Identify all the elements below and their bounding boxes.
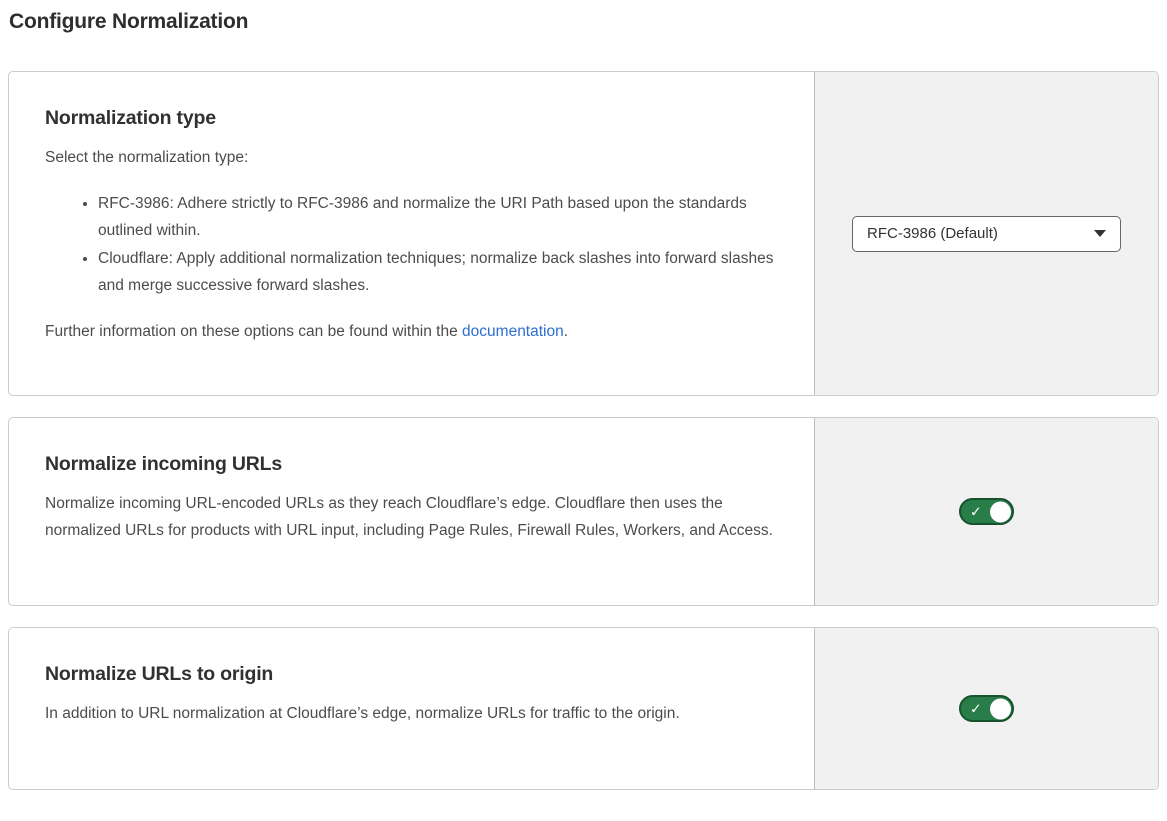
footer-text: Further information on these options can… — [45, 323, 462, 340]
normalization-type-control-panel: RFC-3986 (Default) — [814, 72, 1158, 395]
normalize-incoming-urls-control-panel: ✓ — [814, 418, 1158, 605]
toggle-knob — [990, 501, 1011, 522]
normalization-type-card: Normalization type Select the normalizat… — [8, 71, 1159, 396]
normalization-type-title: Normalization type — [45, 107, 784, 130]
footer-text: . — [564, 323, 568, 340]
normalize-urls-to-origin-toggle[interactable]: ✓ — [959, 695, 1014, 722]
normalize-incoming-urls-description: Normalize incoming URL-encoded URLs as t… — [45, 490, 784, 544]
dropdown-selected-value: RFC-3986 (Default) — [867, 225, 998, 242]
check-icon: ✓ — [970, 701, 982, 715]
normalize-incoming-urls-card: Normalize incoming URLs Normalize incomi… — [8, 417, 1159, 606]
normalize-incoming-urls-toggle[interactable]: ✓ — [959, 498, 1014, 525]
page-title: Configure Normalization — [9, 10, 1159, 34]
normalization-type-footer: Further information on these options can… — [45, 318, 784, 345]
list-item: Cloudflare: Apply additional normalizati… — [98, 245, 784, 299]
normalization-type-content: Normalization type Select the normalizat… — [9, 72, 814, 395]
normalize-urls-to-origin-content: Normalize URLs to origin In addition to … — [9, 628, 814, 789]
normalization-type-intro: Select the normalization type: — [45, 144, 784, 171]
list-item: RFC-3986: Adhere strictly to RFC-3986 an… — [98, 190, 784, 244]
configure-normalization-page: Configure Normalization Normalization ty… — [0, 0, 1167, 821]
check-icon: ✓ — [970, 504, 982, 518]
chevron-down-icon — [1094, 230, 1106, 237]
normalize-incoming-urls-content: Normalize incoming URLs Normalize incomi… — [9, 418, 814, 605]
toggle-knob — [990, 698, 1011, 719]
normalize-incoming-urls-title: Normalize incoming URLs — [45, 453, 784, 476]
normalize-urls-to-origin-card: Normalize URLs to origin In addition to … — [8, 627, 1159, 790]
normalization-type-dropdown[interactable]: RFC-3986 (Default) — [852, 216, 1121, 252]
normalize-urls-to-origin-title: Normalize URLs to origin — [45, 663, 784, 686]
normalize-urls-to-origin-control-panel: ✓ — [814, 628, 1158, 789]
normalization-type-options-list: RFC-3986: Adhere strictly to RFC-3986 an… — [45, 190, 784, 299]
documentation-link[interactable]: documentation — [462, 323, 564, 340]
normalize-urls-to-origin-description: In addition to URL normalization at Clou… — [45, 700, 784, 727]
